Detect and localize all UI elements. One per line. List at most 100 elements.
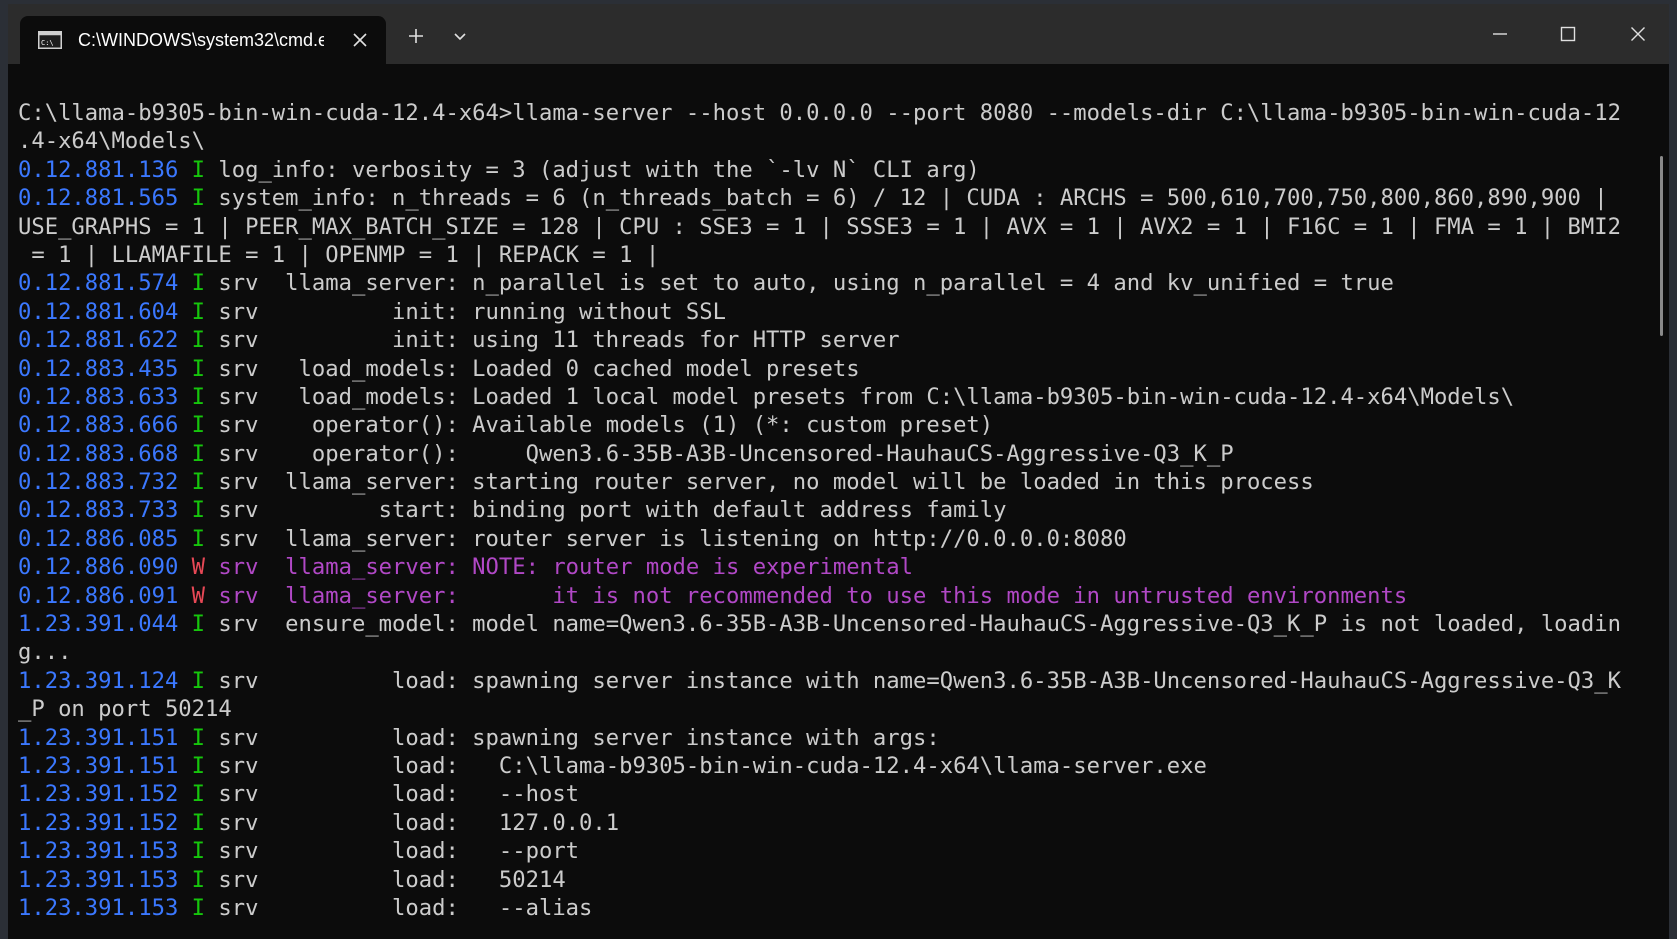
maximize-icon[interactable]: [1538, 14, 1598, 54]
terminal-line: 1.23.391.153 I srv load: 50214: [18, 866, 1669, 894]
terminal-output[interactable]: C:\llama-b9305-bin-win-cuda-12.4-x64>lla…: [8, 64, 1669, 939]
log-level: I: [191, 724, 206, 751]
terminal-line: 0.12.883.732 I srv llama_server: startin…: [18, 468, 1669, 496]
log-level: I: [191, 355, 206, 382]
terminal-line: C:\llama-b9305-bin-win-cuda-12.4-x64>lla…: [18, 100, 1621, 126]
terminal-line: 1.23.391.153 I srv load: --alias: [18, 894, 1669, 922]
log-level: I: [191, 298, 206, 325]
log-message: srv llama_server: n_parallel is set to a…: [218, 270, 1394, 297]
log-message: srv load: --alias: [218, 894, 593, 921]
terminal-line: 0.12.883.666 I srv operator(): Available…: [18, 411, 1669, 439]
log-message: srv llama_server: it is not recommended …: [218, 582, 1408, 609]
log-message: log_info: verbosity = 3 (adjust with the…: [218, 156, 980, 183]
log-timestamp: 0.12.886.085: [18, 525, 179, 552]
log-timestamp: 0.12.881.136: [18, 156, 179, 183]
log-level: I: [191, 185, 206, 212]
log-timestamp: 0.12.881.565: [18, 185, 179, 212]
log-level: I: [191, 440, 206, 467]
log-level: I: [191, 327, 206, 354]
terminal-line: 0.12.881.136 I log_info: verbosity = 3 (…: [18, 156, 1669, 184]
log-level: I: [191, 781, 206, 808]
terminal-line: 1.23.391.151 I srv load: spawning server…: [18, 724, 1669, 752]
log-level: I: [191, 270, 206, 297]
log-message: srv llama_server: router server is liste…: [218, 525, 1127, 552]
log-timestamp: 1.23.391.153: [18, 838, 179, 865]
log-message: srv load: C:\llama-b9305-bin-win-cuda-12…: [218, 752, 1207, 779]
minimize-icon[interactable]: [1470, 14, 1530, 54]
log-message: srv load: --port: [218, 838, 580, 865]
terminal-line: _P on port 50214: [18, 696, 232, 723]
log-message: srv load: --host: [218, 781, 580, 808]
log-timestamp: 1.23.391.153: [18, 866, 179, 893]
terminal-line: 0.12.881.574 I srv llama_server: n_paral…: [18, 269, 1669, 297]
log-level: I: [191, 412, 206, 439]
chevron-down-icon[interactable]: [440, 18, 480, 54]
scrollbar[interactable]: [1655, 64, 1669, 939]
log-message: srv ensure_model: model name=Qwen3.6-35B…: [218, 611, 1621, 638]
log-level: I: [191, 809, 206, 836]
terminal-line: 1.23.391.124 I srv load: spawning server…: [18, 667, 1669, 695]
plus-icon[interactable]: [396, 18, 436, 54]
log-level: I: [191, 525, 206, 552]
log-level: I: [191, 752, 206, 779]
terminal-line: 0.12.886.090 W srv llama_server: NOTE: r…: [18, 553, 1669, 581]
log-timestamp: 1.23.391.151: [18, 752, 179, 779]
log-message: srv operator(): Qwen3.6-35B-A3B-Uncensor…: [218, 440, 1234, 467]
title-bar[interactable]: C:\ C:\WINDOWS\system32\cmd.exe: [8, 4, 1669, 64]
log-timestamp: 0.12.883.668: [18, 440, 179, 467]
terminal-line: USE_GRAPHS = 1 | PEER_MAX_BATCH_SIZE = 1…: [18, 213, 1621, 240]
terminal-line: 0.12.881.622 I srv init: using 11 thread…: [18, 326, 1669, 354]
log-message: srv init: using 11 threads for HTTP serv…: [218, 327, 900, 354]
terminal-line: 1.23.391.152 I srv load: --host: [18, 780, 1669, 808]
log-message: srv load_models: Loaded 0 cached model p…: [218, 355, 860, 382]
terminal-line: 0.12.886.091 W srv llama_server: it is n…: [18, 582, 1669, 610]
log-level: I: [191, 497, 206, 524]
log-level: W: [191, 582, 206, 609]
terminal-line: 0.12.881.604 I srv init: running without…: [18, 298, 1669, 326]
log-message: srv load: 50214: [218, 866, 566, 893]
terminal-line: 1.23.391.153 I srv load: --port: [18, 837, 1669, 865]
log-level: I: [191, 469, 206, 496]
log-level: I: [191, 667, 206, 694]
terminal-window: C:\ C:\WINDOWS\system32\cmd.exe C:\llama…: [8, 4, 1669, 939]
log-timestamp: 0.12.883.633: [18, 383, 179, 410]
terminal-line: 1.23.391.151 I srv load: C:\llama-b9305-…: [18, 752, 1669, 780]
log-timestamp: 0.12.886.091: [18, 582, 179, 609]
log-message: srv load: 127.0.0.1: [218, 809, 620, 836]
log-message: srv llama_server: NOTE: router mode is e…: [218, 554, 913, 581]
close-icon[interactable]: [1608, 14, 1668, 54]
log-timestamp: 0.12.883.733: [18, 497, 179, 524]
terminal-line: 1.23.391.152 I srv load: 127.0.0.1: [18, 809, 1669, 837]
terminal-line: 0.12.886.085 I srv llama_server: router …: [18, 525, 1669, 553]
log-level: I: [191, 156, 206, 183]
log-message: srv init: running without SSL: [218, 298, 726, 325]
log-timestamp: 0.12.881.604: [18, 298, 179, 325]
terminal-line: 0.12.883.633 I srv load_models: Loaded 1…: [18, 383, 1669, 411]
tab-cmd[interactable]: C:\ C:\WINDOWS\system32\cmd.exe: [20, 16, 386, 64]
log-timestamp: 1.23.391.153: [18, 894, 179, 921]
terminal-line: 1.23.391.044 I srv ensure_model: model n…: [18, 610, 1669, 638]
scroll-thumb[interactable]: [1660, 156, 1663, 336]
log-level: I: [191, 383, 206, 410]
log-timestamp: 0.12.883.666: [18, 412, 179, 439]
terminal-line: .4-x64\Models\: [18, 128, 206, 155]
log-timestamp: 0.12.886.090: [18, 554, 179, 581]
log-level: W: [191, 554, 206, 581]
log-timestamp: 1.23.391.124: [18, 667, 179, 694]
log-level: I: [191, 894, 206, 921]
terminal-line: 0.12.883.435 I srv load_models: Loaded 0…: [18, 355, 1669, 383]
close-icon[interactable]: [348, 28, 372, 52]
terminal-line: 0.12.883.733 I srv start: binding port w…: [18, 496, 1669, 524]
log-timestamp: 0.12.883.732: [18, 469, 179, 496]
log-timestamp: 0.12.881.622: [18, 327, 179, 354]
log-message: srv operator(): Available models (1) (*:…: [218, 412, 994, 439]
log-timestamp: 1.23.391.151: [18, 724, 179, 751]
tab-title: C:\WINDOWS\system32\cmd.exe: [78, 29, 324, 50]
log-timestamp: 1.23.391.152: [18, 781, 179, 808]
log-level: I: [191, 838, 206, 865]
terminal-line: 0.12.883.668 I srv operator(): Qwen3.6-3…: [18, 440, 1669, 468]
terminal-line: 0.12.881.565 I system_info: n_threads = …: [18, 184, 1669, 212]
log-message: srv load_models: Loaded 1 local model pr…: [218, 383, 1515, 410]
svg-text:C:\: C:\: [41, 39, 54, 47]
log-level: I: [191, 866, 206, 893]
